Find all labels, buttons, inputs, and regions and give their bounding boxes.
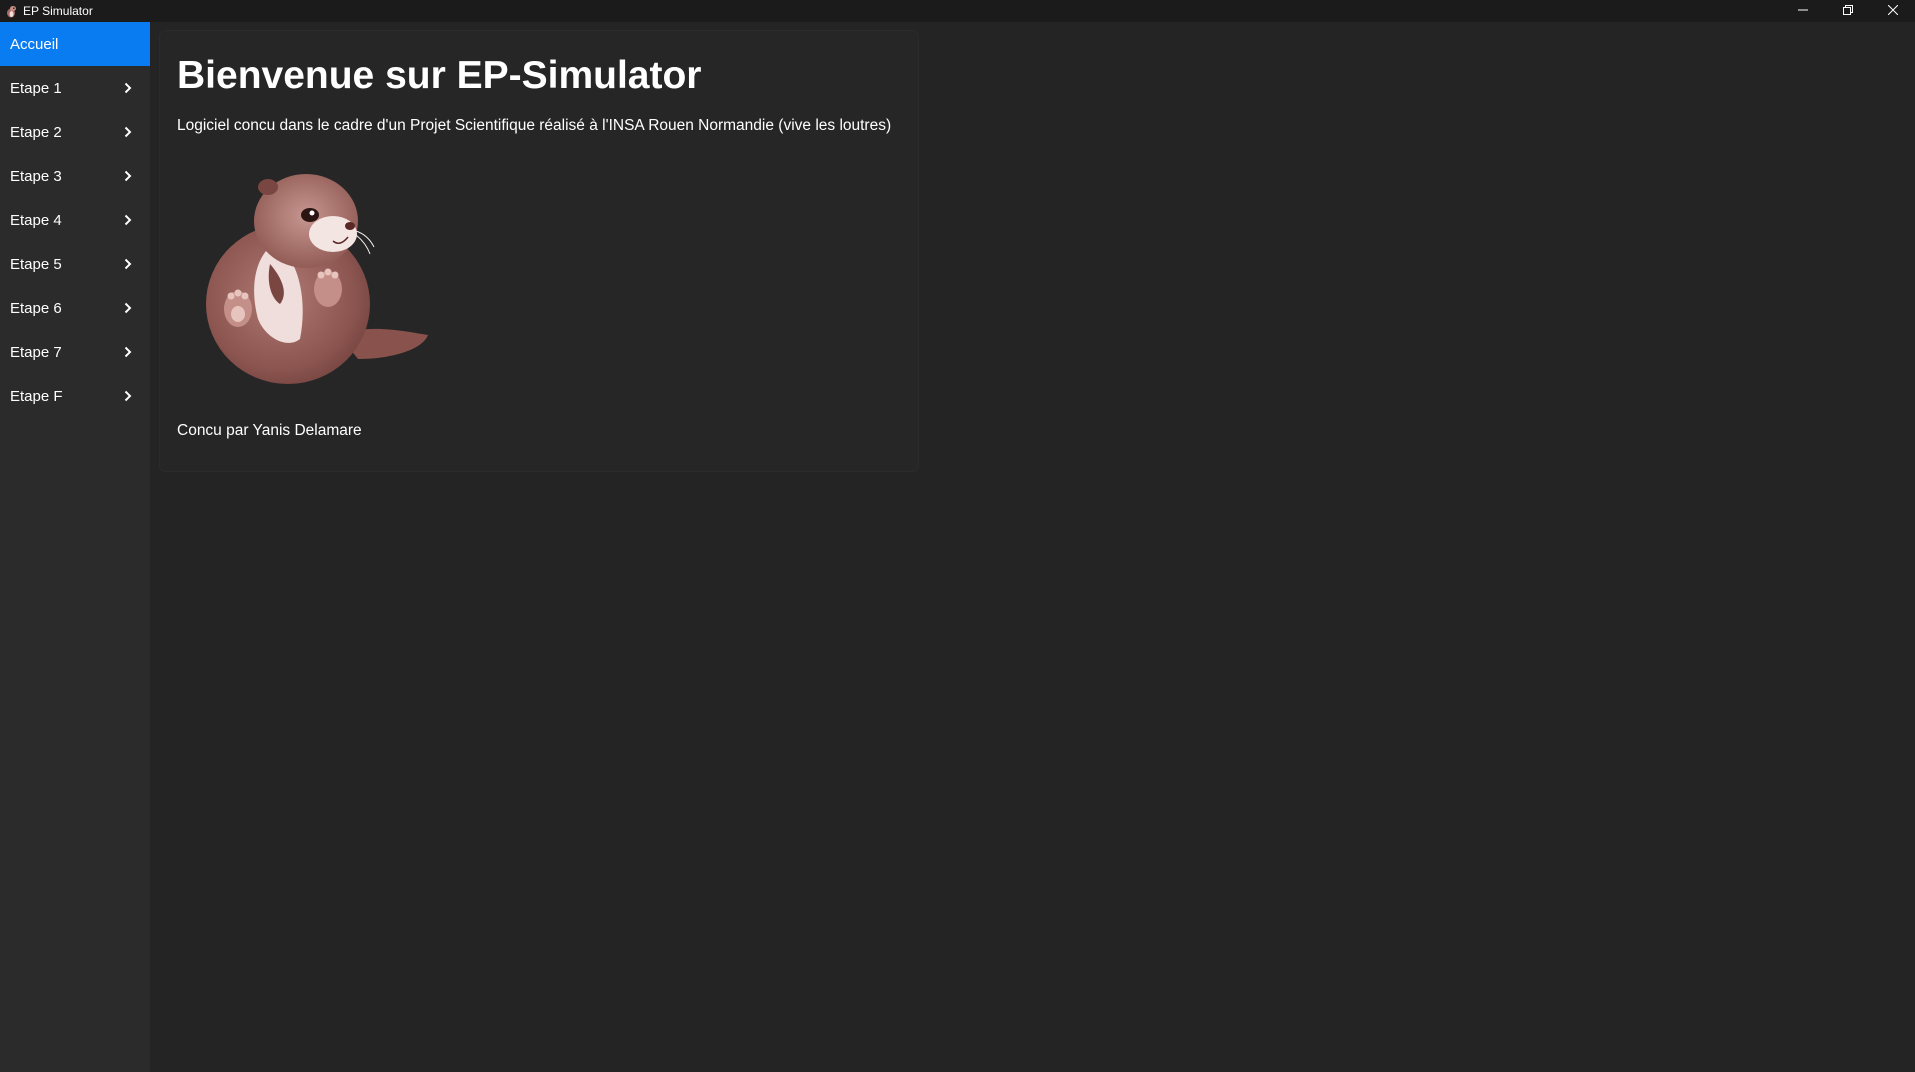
- chevron-right-icon: [123, 170, 133, 182]
- sidebar-item-label: Etape 2: [10, 123, 62, 141]
- sidebar-item-accueil[interactable]: Accueil: [0, 22, 150, 66]
- sidebar-item-label: Etape F: [10, 387, 63, 405]
- chevron-right-icon: [123, 346, 133, 358]
- sidebar-item-etape-4[interactable]: Etape 4: [0, 198, 150, 242]
- sidebar-item-label: Etape 5: [10, 255, 62, 273]
- chevron-right-icon: [123, 390, 133, 402]
- page-title: Bienvenue sur EP-Simulator: [177, 54, 702, 97]
- author-credit: Concu par Yanis Delamare: [177, 422, 362, 439]
- close-icon: [1887, 2, 1898, 20]
- sidebar-item-label: Etape 3: [10, 167, 62, 185]
- sidebar-item-label: Etape 6: [10, 299, 62, 317]
- sidebar-item-label: Etape 1: [10, 79, 62, 97]
- chevron-right-icon: [123, 302, 133, 314]
- chevron-right-icon: [123, 126, 133, 138]
- welcome-card: Bienvenue sur EP-Simulator Logiciel conc…: [159, 30, 919, 472]
- window-title: EP Simulator: [23, 4, 93, 18]
- sidebar-item-label: Etape 7: [10, 343, 62, 361]
- chevron-right-icon: [123, 258, 133, 270]
- chevron-right-icon: [123, 82, 133, 94]
- minimize-button[interactable]: [1780, 0, 1825, 22]
- window-controls: [1780, 0, 1915, 22]
- page-subtitle: Logiciel concu dans le cadre d'un Projet…: [177, 117, 892, 134]
- sidebar-item-label: Accueil: [10, 35, 59, 53]
- sidebar-item-label: Etape 4: [10, 211, 62, 229]
- chevron-right-icon: [123, 214, 133, 226]
- sidebar-nav: Accueil Etape 1 Etape 2 Etape 3 Etape 4 …: [0, 22, 150, 1072]
- sidebar-item-etape-2[interactable]: Etape 2: [0, 110, 150, 154]
- maximize-button[interactable]: [1825, 0, 1870, 22]
- main-content: Bienvenue sur EP-Simulator Logiciel conc…: [150, 22, 1915, 1072]
- sidebar-item-etape-5[interactable]: Etape 5: [0, 242, 150, 286]
- otter-mascot-image: [188, 159, 438, 389]
- sidebar-item-etape-1[interactable]: Etape 1: [0, 66, 150, 110]
- restore-icon: [1842, 2, 1853, 20]
- minimize-icon: [1797, 2, 1808, 20]
- sidebar-item-etape-f[interactable]: Etape F: [0, 374, 150, 418]
- sidebar-item-etape-7[interactable]: Etape 7: [0, 330, 150, 374]
- window-titlebar[interactable]: EP Simulator: [0, 0, 1915, 22]
- close-button[interactable]: [1870, 0, 1915, 22]
- otter-app-icon: [4, 4, 18, 18]
- sidebar-item-etape-6[interactable]: Etape 6: [0, 286, 150, 330]
- sidebar-item-etape-3[interactable]: Etape 3: [0, 154, 150, 198]
